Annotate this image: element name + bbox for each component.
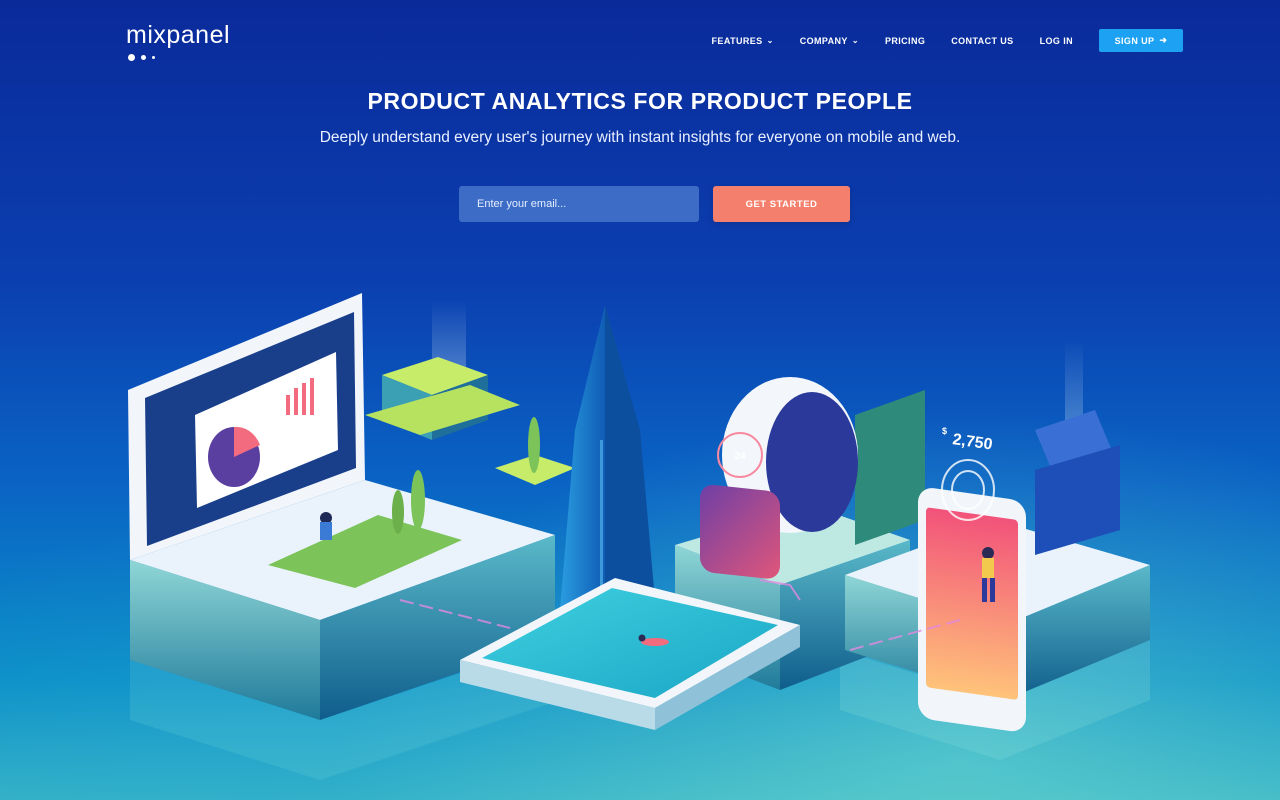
green-building <box>855 390 925 545</box>
bar <box>286 395 290 415</box>
person-body <box>982 558 994 578</box>
bar <box>294 388 298 415</box>
person-body <box>320 522 332 540</box>
tower-right <box>605 305 655 620</box>
person-leg <box>990 578 995 602</box>
tree <box>411 470 425 530</box>
bar <box>302 383 306 415</box>
blue-building <box>1035 445 1120 555</box>
phone-currency: $ <box>942 426 947 436</box>
bar <box>310 378 314 415</box>
person-leg <box>982 578 987 602</box>
isometric-city-illustration: 24 $ 2,750 <box>128 293 1150 780</box>
tower-stripe <box>600 440 603 600</box>
person-head <box>982 547 994 559</box>
phone-screen <box>926 507 1018 700</box>
tower-left <box>560 305 605 620</box>
phone-value: 2,750 <box>951 431 993 453</box>
tree <box>392 490 404 534</box>
swimmer-head <box>638 634 646 642</box>
watch-face <box>700 484 780 579</box>
watch-value: 24 <box>734 451 746 462</box>
tree <box>528 417 540 473</box>
